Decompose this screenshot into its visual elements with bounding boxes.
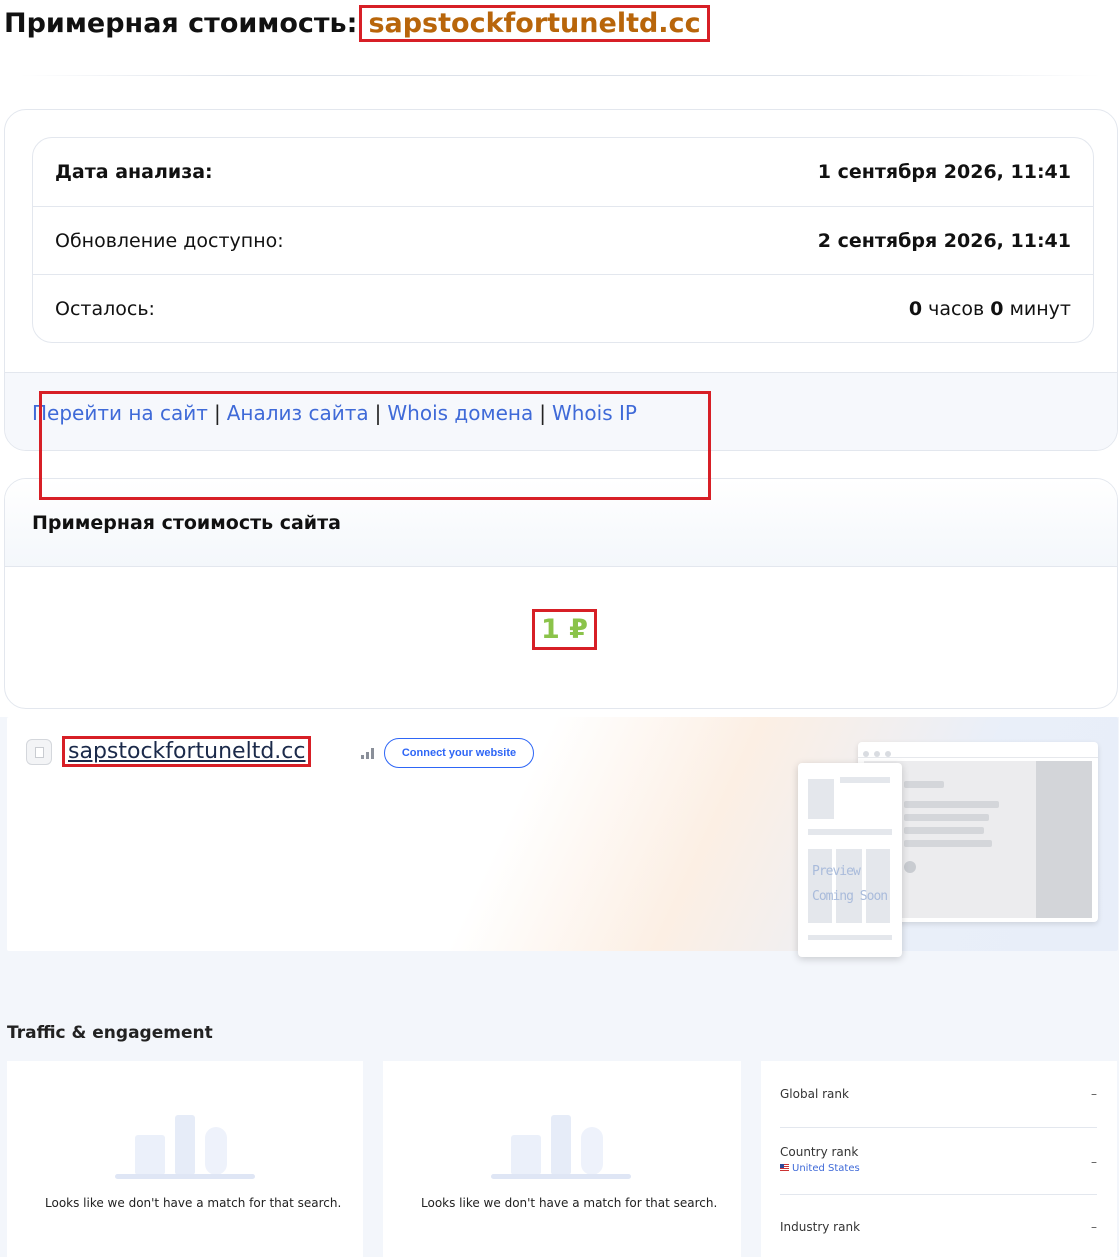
country-rank-row: Country rank United States –	[780, 1145, 1097, 1174]
no-match-message: Looks like we don't have a match for tha…	[421, 1196, 718, 1210]
industry-rank-value: –	[1091, 1220, 1097, 1234]
traffic-panel-engagement: Looks like we don't have a match for tha…	[383, 1061, 741, 1257]
update-available-row: Обновление доступно: 2 сентября 2026, 11…	[33, 206, 1093, 274]
empty-search-illustration	[115, 1115, 255, 1179]
country-rank-value: –	[1091, 1155, 1097, 1169]
country-rank-country[interactable]: United States	[780, 1163, 1097, 1174]
connect-website-button[interactable]: Connect your website	[384, 738, 534, 768]
remaining-label: Осталось:	[55, 297, 155, 320]
analysis-date-value: 1 сентября 2026, 11:41	[817, 161, 1071, 183]
rank-divider	[780, 1194, 1097, 1195]
rank-panel: Global rank – Country rank United States…	[761, 1061, 1117, 1257]
update-available-label: Обновление доступно:	[55, 229, 284, 252]
mobile-preview-image: Preview Coming Soon	[798, 763, 902, 957]
empty-search-illustration	[491, 1115, 631, 1179]
analysis-info-table: Дата анализа: 1 сентября 2026, 11:41 Обн…	[32, 137, 1094, 343]
page-title-prefix: Примерная стоимость:	[4, 8, 358, 39]
bar-chart-icon	[361, 748, 374, 759]
industry-rank-label: Industry rank	[780, 1220, 861, 1234]
page-title-domain: sapstockfortuneltd.cc	[359, 5, 710, 42]
remaining-minutes-unit: минут	[1009, 297, 1071, 320]
similarweb-widget: sapstockfortuneltd.cc Connect your websi…	[0, 717, 1119, 1257]
remaining-value: 0 часов 0 минут	[909, 298, 1071, 320]
analysis-date-row: Дата анализа: 1 сентября 2026, 11:41	[33, 138, 1093, 206]
similarweb-domain-link[interactable]: sapstockfortuneltd.cc	[62, 736, 312, 767]
preview-coming-soon-text: Preview Coming Soon	[812, 864, 888, 904]
industry-rank-row: Industry rank –	[780, 1220, 1097, 1234]
title-divider	[20, 75, 1100, 76]
traffic-engagement-title: Traffic & engagement	[7, 1023, 213, 1043]
site-value-card: Примерная стоимость сайта 1 ₽	[4, 478, 1118, 709]
rank-divider	[780, 1127, 1097, 1128]
remaining-hours-unit: часов	[928, 297, 985, 320]
update-available-value: 2 сентября 2026, 11:41	[817, 229, 1071, 252]
analysis-date-label: Дата анализа:	[55, 161, 213, 183]
global-rank-row: Global rank –	[780, 1087, 1097, 1101]
country-rank-label: Country rank	[780, 1145, 859, 1159]
favicon-placeholder-icon	[26, 739, 52, 765]
page-title: Примерная стоимость: sapstockfortuneltd.c…	[4, 5, 710, 42]
remaining-hours: 0	[908, 297, 923, 320]
global-rank-label: Global rank	[780, 1087, 849, 1101]
traffic-panel-visits: Looks like we don't have a match for tha…	[7, 1061, 363, 1257]
site-value-amount: 1 ₽	[532, 609, 597, 650]
global-rank-value: –	[1091, 1087, 1097, 1101]
remaining-row: Осталось: 0 часов 0 минут	[33, 274, 1093, 342]
no-match-highlight-frame	[39, 391, 711, 500]
us-flag-icon	[780, 1164, 789, 1171]
remaining-minutes: 0	[990, 297, 1004, 320]
similarweb-hero: sapstockfortuneltd.cc Connect your websi…	[7, 717, 1118, 957]
no-match-message: Looks like we don't have a match for tha…	[45, 1196, 342, 1210]
